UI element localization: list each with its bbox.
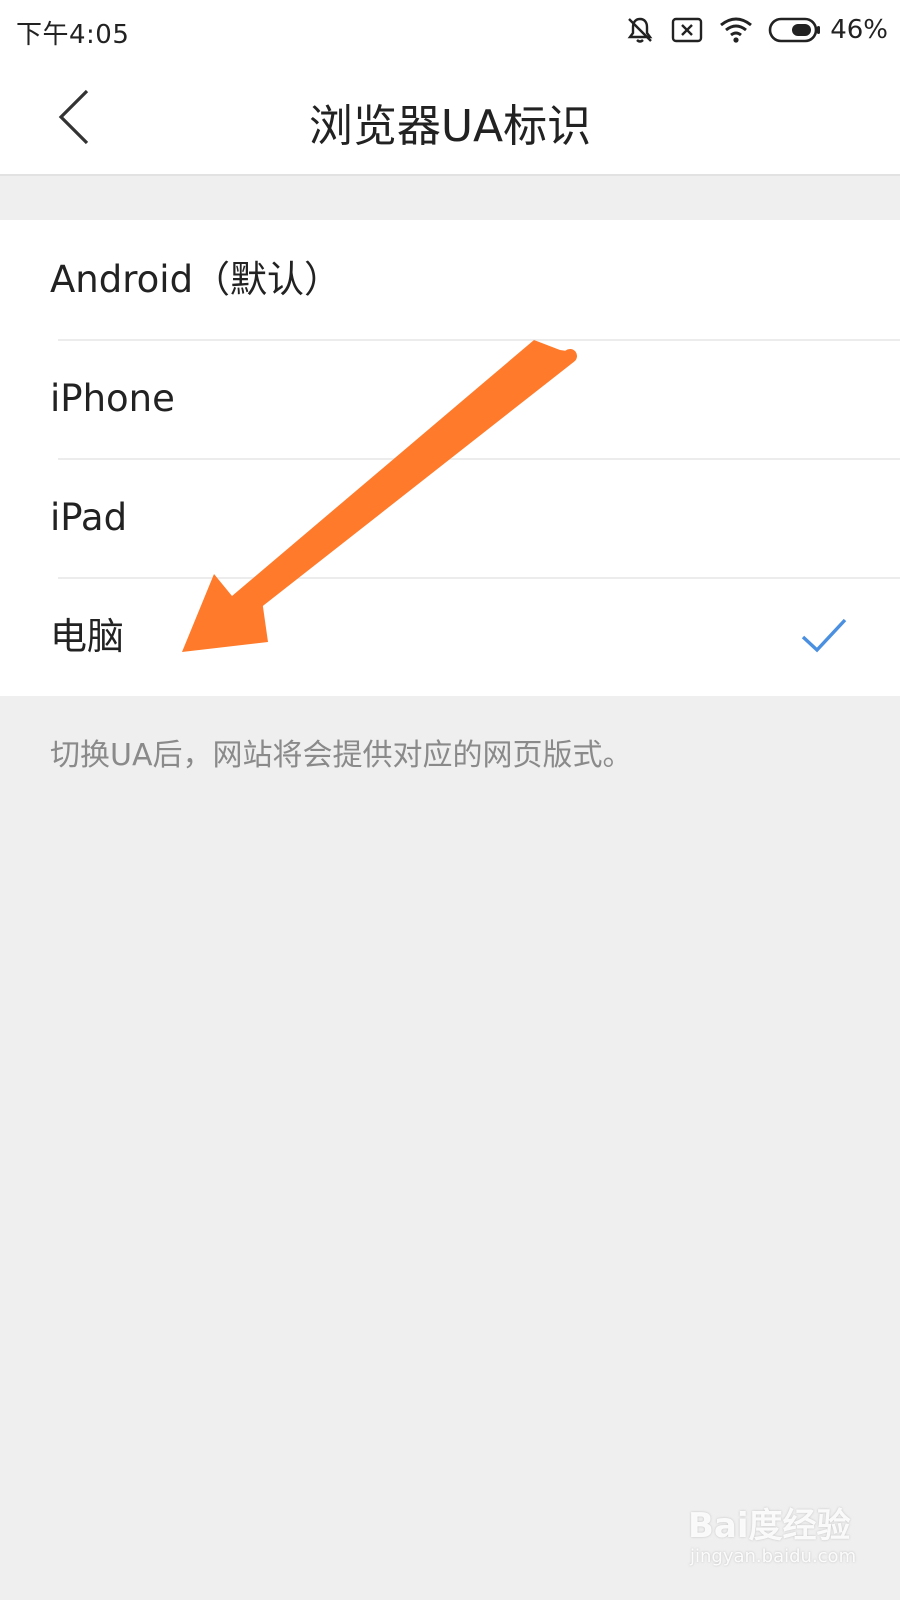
watermark-logo: Bai度经验 xyxy=(688,1506,851,1546)
ua-option-android[interactable]: Android（默认） xyxy=(0,220,900,339)
option-label: Android（默认） xyxy=(50,258,342,301)
hint-text: 切换UA后，网站将会提供对应的网页版式。 xyxy=(50,738,633,773)
option-label: iPad xyxy=(50,496,128,539)
option-label: 电脑 xyxy=(50,615,124,658)
mute-bell-icon xyxy=(624,14,656,46)
wifi-icon xyxy=(718,15,754,45)
watermark-url: jingyan.baidu.com xyxy=(690,1546,857,1567)
option-label: iPhone xyxy=(50,377,175,420)
check-icon xyxy=(801,618,847,653)
divider xyxy=(58,458,900,460)
title-bar: 浏览器UA标识 xyxy=(0,62,900,176)
divider xyxy=(58,577,900,579)
status-time: 下午4:05 xyxy=(16,20,130,50)
ua-option-desktop[interactable]: 电脑 xyxy=(0,577,900,696)
ua-option-ipad[interactable]: iPad xyxy=(0,458,900,577)
battery-icon xyxy=(768,16,822,44)
no-sim-icon xyxy=(670,15,704,45)
status-icons: 46% xyxy=(624,12,888,48)
ua-option-iphone[interactable]: iPhone xyxy=(0,339,900,458)
battery-percent: 46% xyxy=(830,15,888,45)
status-bar: 下午4:05 46% xyxy=(0,0,900,62)
ua-option-list: Android（默认） iPhone iPad 电脑 xyxy=(0,220,900,696)
page-title: 浏览器UA标识 xyxy=(308,101,592,152)
divider xyxy=(58,339,900,341)
watermark: Bai度经验 jingyan.baidu.com xyxy=(688,1498,888,1588)
